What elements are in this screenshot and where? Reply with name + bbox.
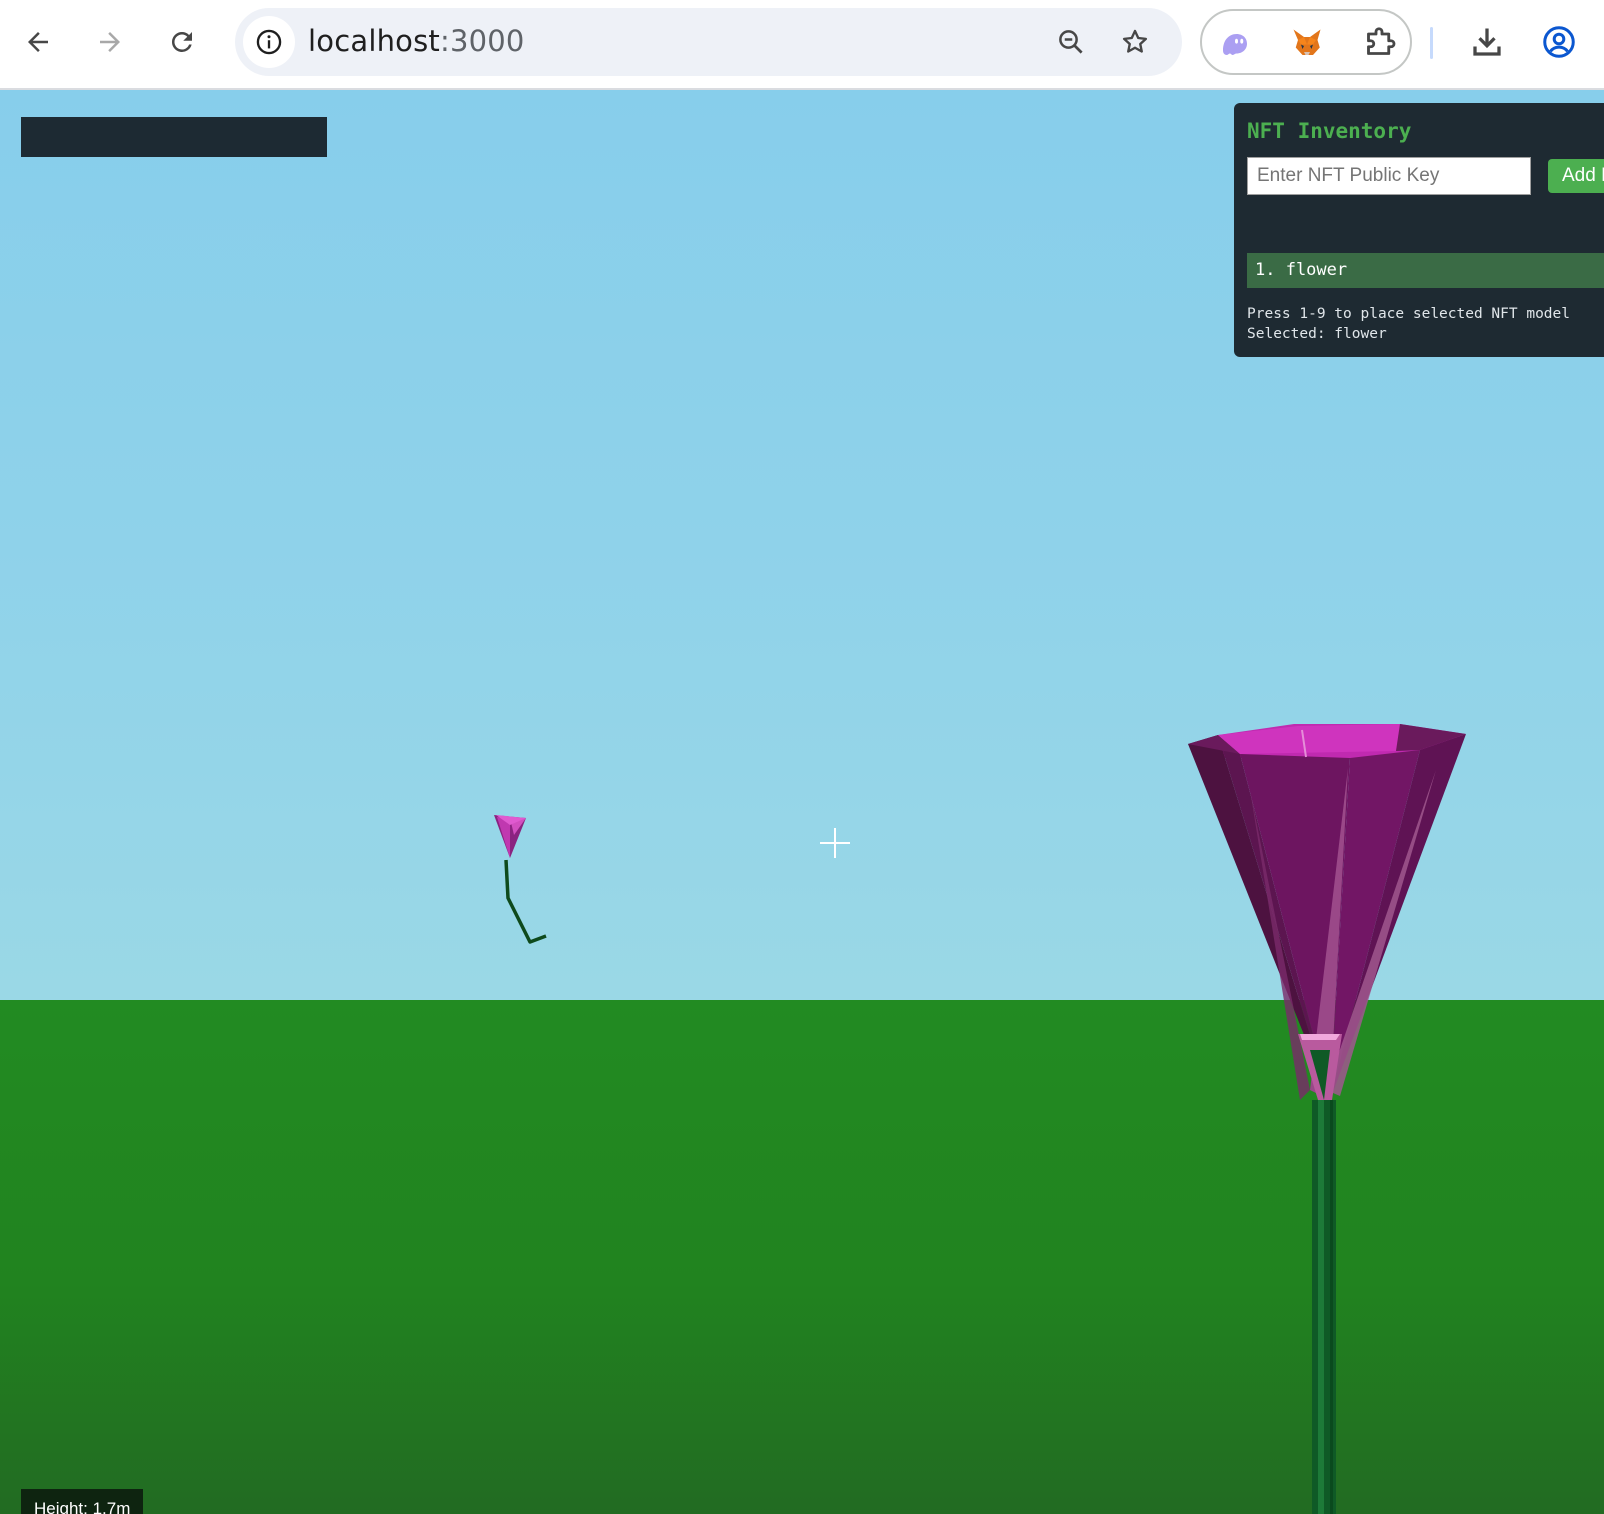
- url-text[interactable]: localhost:3000: [308, 24, 525, 58]
- game-viewport[interactable]: NFT Inventory Add N 1. flower Press 1-9 …: [0, 90, 1604, 1514]
- toolbar-divider: [1430, 27, 1433, 59]
- reload-icon: [171, 31, 192, 52]
- puzzle-icon: [1367, 27, 1396, 55]
- nft-help-line-1: Press 1-9 to place selected NFT model: [1247, 306, 1571, 322]
- nft-help-text: Press 1-9 to place selected NFT model Se…: [1247, 304, 1570, 344]
- browser-toolbar: localhost:3000: [0, 0, 1604, 90]
- zoom-button[interactable]: [1051, 22, 1091, 62]
- extensions-group: [1200, 9, 1412, 75]
- nft-selected-line: Selected: flower: [1247, 326, 1387, 342]
- profile-icon: [1543, 26, 1575, 58]
- address-bar[interactable]: localhost:3000: [235, 8, 1182, 76]
- nft-inventory-title: NFT Inventory: [1247, 119, 1412, 143]
- bookmark-button[interactable]: [1115, 22, 1155, 62]
- zoom-out-icon: [1059, 30, 1083, 54]
- height-readout: Height: 1.7m: [21, 1489, 144, 1514]
- nft-public-key-input[interactable]: [1247, 157, 1531, 195]
- url-host: localhost: [308, 24, 440, 58]
- nft-list-item-flower[interactable]: 1. flower: [1247, 253, 1604, 288]
- info-icon: [256, 29, 282, 55]
- extensions-button[interactable]: [1358, 22, 1400, 64]
- download-icon: [1473, 28, 1501, 56]
- arrow-right-icon: [100, 32, 120, 52]
- crosshair-vertical: [834, 828, 836, 858]
- downloads-button[interactable]: [1465, 20, 1509, 64]
- crosshair: [820, 828, 850, 858]
- arrow-left-icon: [28, 32, 48, 52]
- large-flower: [1188, 724, 1466, 1514]
- back-button[interactable]: [14, 14, 62, 70]
- top-left-bar: [21, 117, 327, 157]
- small-flower: [494, 815, 547, 944]
- ghost-extension-button[interactable]: [1214, 22, 1256, 64]
- metamask-extension-button[interactable]: [1286, 22, 1328, 64]
- forward-button[interactable]: [86, 14, 134, 70]
- add-nft-button[interactable]: Add N: [1548, 159, 1604, 193]
- nft-inventory-panel: NFT Inventory Add N 1. flower Press 1-9 …: [1234, 103, 1604, 357]
- metamask-fox-icon: [1293, 29, 1321, 55]
- reload-button[interactable]: [158, 14, 206, 70]
- site-info-button[interactable]: [243, 16, 295, 68]
- star-icon: [1122, 29, 1148, 53]
- profile-button[interactable]: [1537, 20, 1581, 64]
- ghost-icon: [1223, 34, 1247, 55]
- url-port: :3000: [439, 24, 525, 58]
